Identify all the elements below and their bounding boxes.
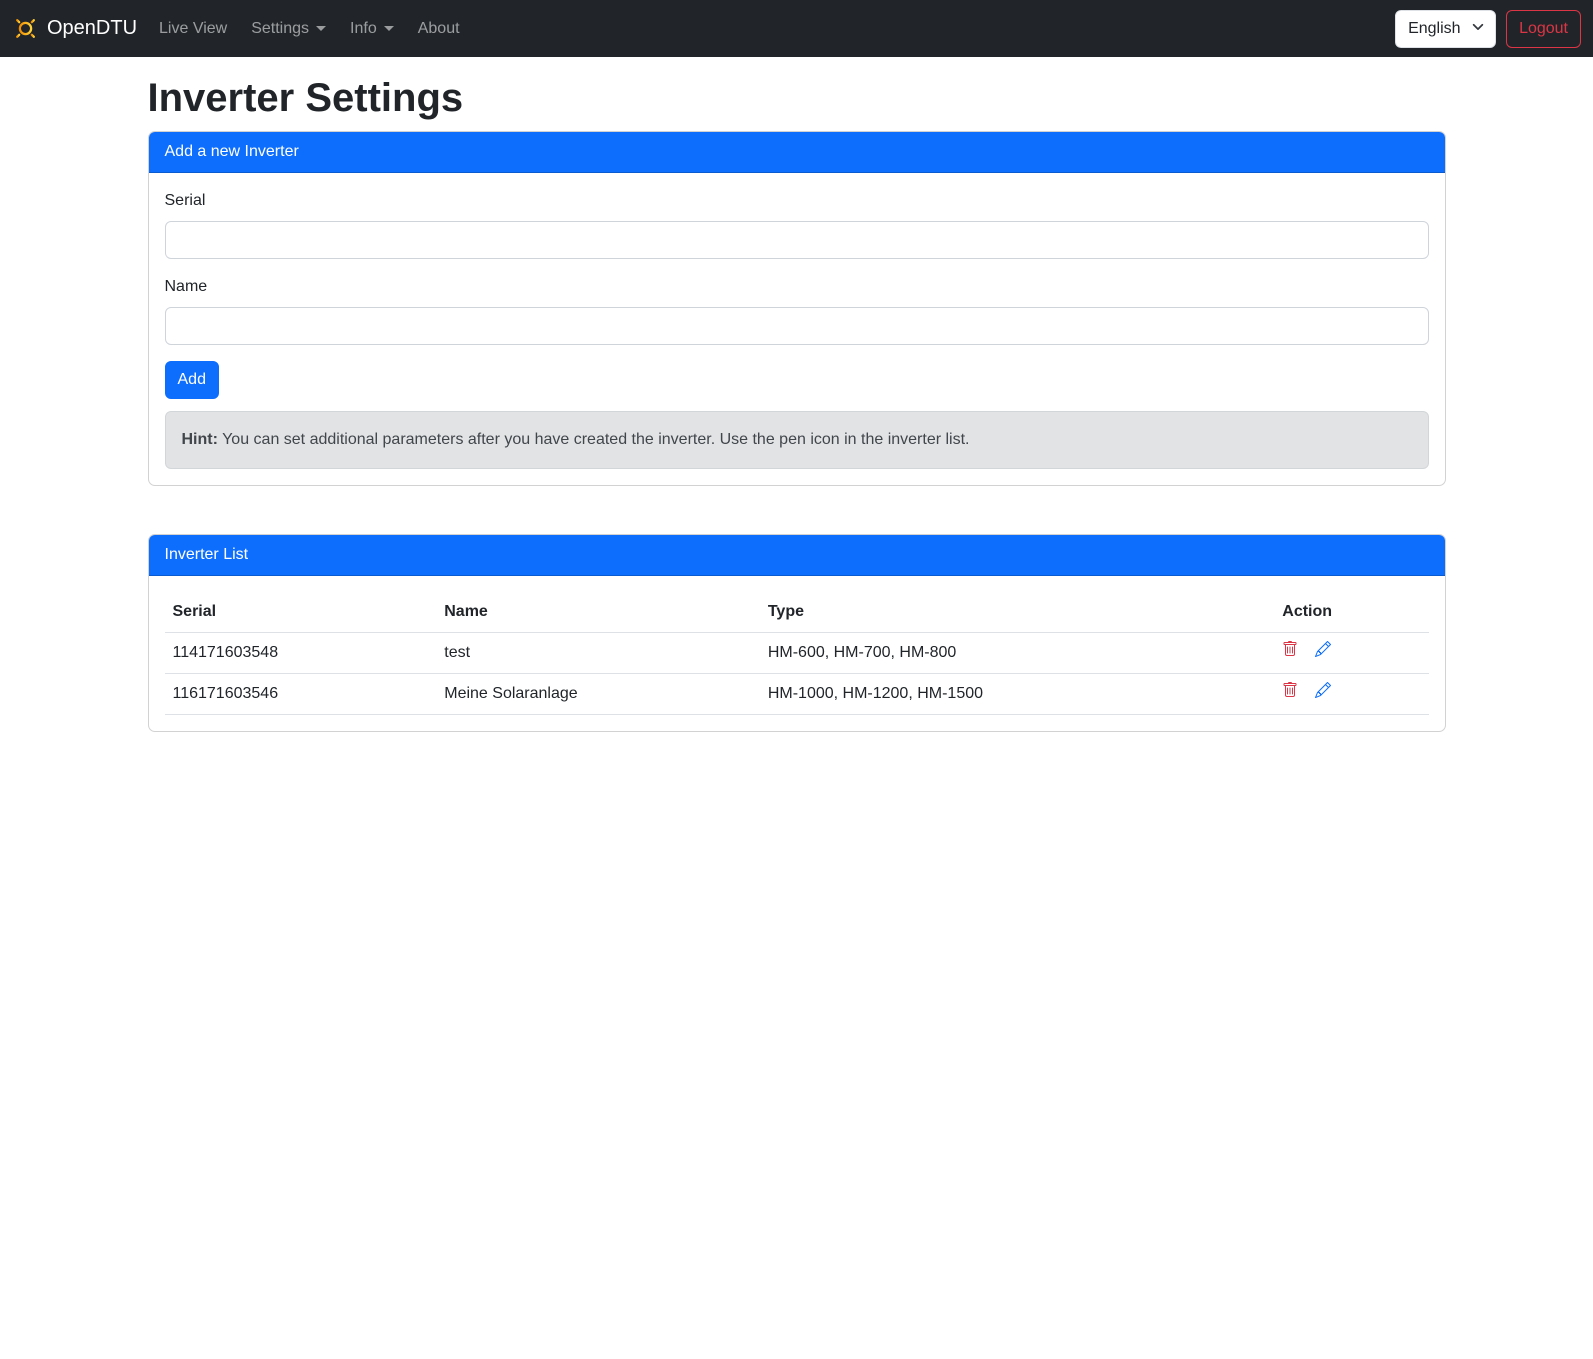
chevron-down-icon	[384, 26, 394, 31]
nav-item-label: Live View	[159, 20, 227, 38]
inverter-list-card-header: Inverter List	[149, 535, 1445, 576]
nav-item-label: Info	[350, 20, 377, 38]
cell-serial: 116171603546	[165, 674, 437, 715]
pencil-icon	[1315, 682, 1331, 698]
sun-icon	[12, 15, 39, 42]
column-header-type: Type	[760, 592, 1274, 633]
cell-type: HM-600, HM-700, HM-800	[760, 633, 1274, 674]
brand-label: OpenDTU	[47, 17, 137, 40]
delete-inverter-button[interactable]	[1282, 682, 1298, 698]
language-select-wrap: English	[1395, 10, 1496, 48]
add-inverter-card-body: Serial Name Add Hint: You can set additi…	[149, 173, 1445, 485]
pencil-icon	[1315, 641, 1331, 657]
brand-link[interactable]: OpenDTU	[12, 15, 137, 42]
navbar: OpenDTU Live View Settings Info About En…	[0, 0, 1593, 57]
nav-item-label: About	[418, 20, 460, 38]
hint-alert: Hint: You can set additional parameters …	[165, 411, 1429, 469]
table-header-row: Serial Name Type Action	[165, 592, 1429, 633]
cell-name: test	[436, 633, 760, 674]
table-row: 116171603546 Meine Solaranlage HM-1000, …	[165, 674, 1429, 715]
hint-alert-text: You can set additional parameters after …	[218, 431, 970, 448]
add-inverter-card: Add a new Inverter Serial Name Add Hint:…	[148, 131, 1446, 486]
chevron-down-icon	[316, 26, 326, 31]
name-input[interactable]	[165, 307, 1429, 345]
column-header-serial: Serial	[165, 592, 437, 633]
language-select[interactable]: English	[1395, 10, 1496, 48]
add-inverter-card-header: Add a new Inverter	[149, 132, 1445, 173]
cell-type: HM-1000, HM-1200, HM-1500	[760, 674, 1274, 715]
edit-inverter-button[interactable]	[1315, 682, 1331, 698]
page-title: Inverter Settings	[148, 74, 1446, 122]
inverter-list-card: Inverter List Serial Name Type Action	[148, 534, 1446, 732]
column-header-name: Name	[436, 592, 760, 633]
delete-inverter-button[interactable]	[1282, 641, 1298, 657]
edit-inverter-button[interactable]	[1315, 641, 1331, 657]
column-header-action: Action	[1274, 592, 1428, 633]
trash-icon	[1282, 682, 1298, 698]
cell-action	[1274, 633, 1428, 674]
cell-serial: 114171603548	[165, 633, 437, 674]
add-button[interactable]: Add	[165, 361, 219, 399]
inverter-list-card-body: Serial Name Type Action 114171603548 tes…	[149, 576, 1445, 731]
serial-input[interactable]	[165, 221, 1429, 259]
cell-action	[1274, 674, 1428, 715]
inverter-table: Serial Name Type Action 114171603548 tes…	[165, 592, 1429, 715]
nav-item-live-view[interactable]: Live View	[151, 12, 235, 46]
nav-item-about[interactable]: About	[410, 12, 468, 46]
cell-name: Meine Solaranlage	[436, 674, 760, 715]
hint-alert-bold: Hint:	[182, 431, 218, 448]
logout-button[interactable]: Logout	[1506, 10, 1581, 48]
nav-item-info[interactable]: Info	[342, 12, 402, 46]
nav-item-settings[interactable]: Settings	[243, 12, 334, 46]
table-row: 114171603548 test HM-600, HM-700, HM-800	[165, 633, 1429, 674]
name-label: Name	[165, 275, 1429, 299]
serial-label: Serial	[165, 189, 1429, 213]
trash-icon	[1282, 641, 1298, 657]
nav-item-label: Settings	[251, 20, 309, 38]
